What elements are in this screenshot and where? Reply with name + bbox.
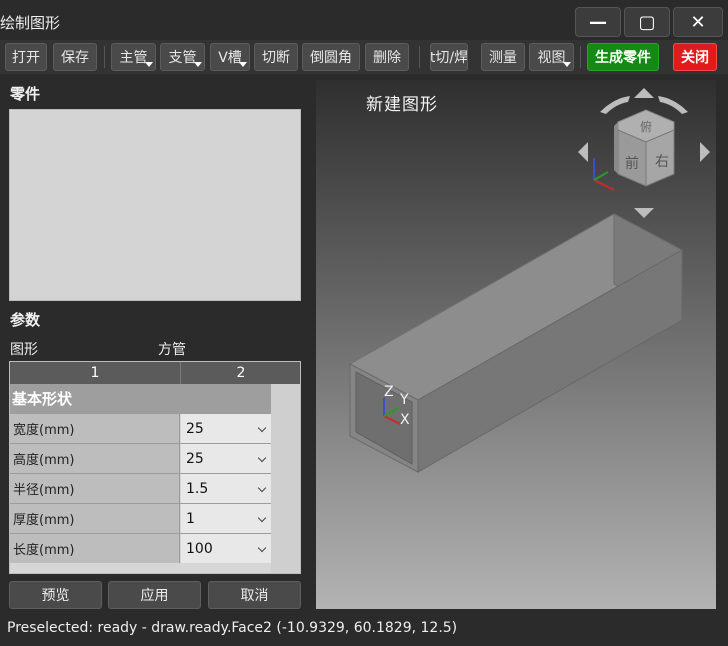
maximize-icon: ▢ — [638, 11, 656, 33]
main-pipe-label: 主管 — [119, 50, 148, 66]
branch-pipe-dropdown[interactable]: 支管 — [160, 43, 205, 71]
width-value: 25 — [186, 420, 204, 437]
grid-row-height: 高度(mm) 25 — [10, 443, 271, 473]
grid-row-radius: 半径(mm) 1.5 — [10, 473, 271, 503]
dropdown-caret-icon — [563, 62, 571, 67]
params-title: 参数 — [10, 311, 41, 329]
chevron-down-icon — [257, 423, 267, 433]
grid-scroll-area[interactable] — [271, 384, 300, 573]
height-label: 高度(mm) — [10, 444, 180, 473]
length-label: 长度(mm) — [10, 534, 180, 563]
apply-button[interactable]: 应用 — [108, 581, 201, 609]
radius-label: 半径(mm) — [10, 474, 180, 503]
thickness-label: 厚度(mm) — [10, 504, 180, 533]
dropdown-caret-icon — [194, 62, 202, 67]
v-groove-dropdown[interactable]: V槽 — [210, 43, 250, 71]
close-button[interactable]: 关闭 — [673, 43, 717, 71]
radius-value: 1.5 — [186, 480, 209, 497]
toolbar-separator — [104, 46, 105, 68]
cut-off-button[interactable]: 切断 — [254, 43, 298, 71]
minimize-button[interactable]: — — [575, 7, 621, 37]
axis-y-label: Y — [399, 392, 409, 408]
chevron-down-icon — [257, 543, 267, 553]
height-value: 25 — [186, 450, 204, 467]
parts-title: 零件 — [10, 85, 41, 103]
chevron-down-icon — [257, 483, 267, 493]
height-select[interactable]: 25 — [181, 444, 271, 473]
grid-row-length: 长度(mm) 100 — [10, 533, 271, 563]
delete-button[interactable]: 删除 — [365, 43, 409, 71]
close-icon: ✕ — [690, 11, 706, 33]
cut-weld-button[interactable]: t切/焊 — [430, 43, 468, 71]
close-window-button[interactable]: ✕ — [673, 7, 723, 37]
main-pipe-dropdown[interactable]: 主管 — [111, 43, 156, 71]
chevron-down-icon — [257, 513, 267, 523]
grid-header-col1: 1 — [10, 362, 181, 384]
grid-group-basic-shape: 基本形状 — [10, 384, 271, 413]
axis-x-label: X — [400, 412, 410, 428]
toolbar-separator — [580, 46, 581, 68]
measure-button[interactable]: 测量 — [481, 43, 525, 71]
minimize-icon: — — [589, 11, 607, 33]
property-grid: 1 2 基本形状 宽度(mm) 25 高度(mm) 25 半径(mm) 1.5 … — [9, 361, 301, 574]
thickness-select[interactable]: 1 — [181, 504, 271, 533]
grid-header-col2: 2 — [181, 362, 300, 384]
view-label: 视图 — [537, 50, 566, 66]
dropdown-caret-icon — [239, 62, 247, 67]
view-dropdown[interactable]: 视图 — [529, 43, 574, 71]
length-select[interactable]: 100 — [181, 534, 271, 563]
length-value: 100 — [186, 540, 213, 557]
left-panel: 零件 参数 图形 方管 1 2 基本形状 宽度(mm) 25 高度(mm) 25… — [0, 78, 310, 612]
save-button[interactable]: 保存 — [53, 43, 97, 71]
toolbar-separator — [419, 46, 420, 68]
3d-viewport[interactable]: 新建图形 俯 前 右 Z Y X — [316, 80, 716, 609]
chevron-down-icon — [257, 453, 267, 463]
open-button[interactable]: 打开 — [5, 43, 47, 71]
cancel-button[interactable]: 取消 — [208, 581, 301, 609]
preview-button[interactable]: 预览 — [9, 581, 102, 609]
fillet-button[interactable]: 倒圆角 — [302, 43, 360, 71]
window-title: 绘制图形 — [0, 14, 61, 32]
status-bar: Preselected: ready - draw.ready.Face2 (-… — [0, 612, 728, 646]
toolbar: 打开 保存 主管 支管 V槽 切断 倒圆角 删除 t切/焊 测量 视图 生成零件… — [0, 40, 728, 74]
maximize-button[interactable]: ▢ — [624, 7, 670, 37]
grid-row-width: 宽度(mm) 25 — [10, 413, 271, 443]
dropdown-caret-icon — [145, 62, 153, 67]
radius-select[interactable]: 1.5 — [181, 474, 271, 503]
status-text: Preselected: ready - draw.ready.Face2 (-… — [7, 620, 458, 636]
axis-z-label: Z — [384, 384, 394, 400]
thickness-value: 1 — [186, 510, 195, 527]
branch-pipe-label: 支管 — [168, 50, 197, 66]
parts-list[interactable] — [9, 109, 301, 301]
title-bar: 绘制图形 — ▢ ✕ — [0, 0, 728, 40]
width-select[interactable]: 25 — [181, 414, 271, 443]
shape-label: 图形 — [10, 342, 38, 358]
shape-value: 方管 — [158, 342, 186, 358]
width-label: 宽度(mm) — [10, 414, 180, 443]
grid-row-thickness: 厚度(mm) 1 — [10, 503, 271, 533]
generate-part-button[interactable]: 生成零件 — [587, 43, 659, 71]
square-tube-model[interactable]: Z Y X — [316, 80, 716, 609]
